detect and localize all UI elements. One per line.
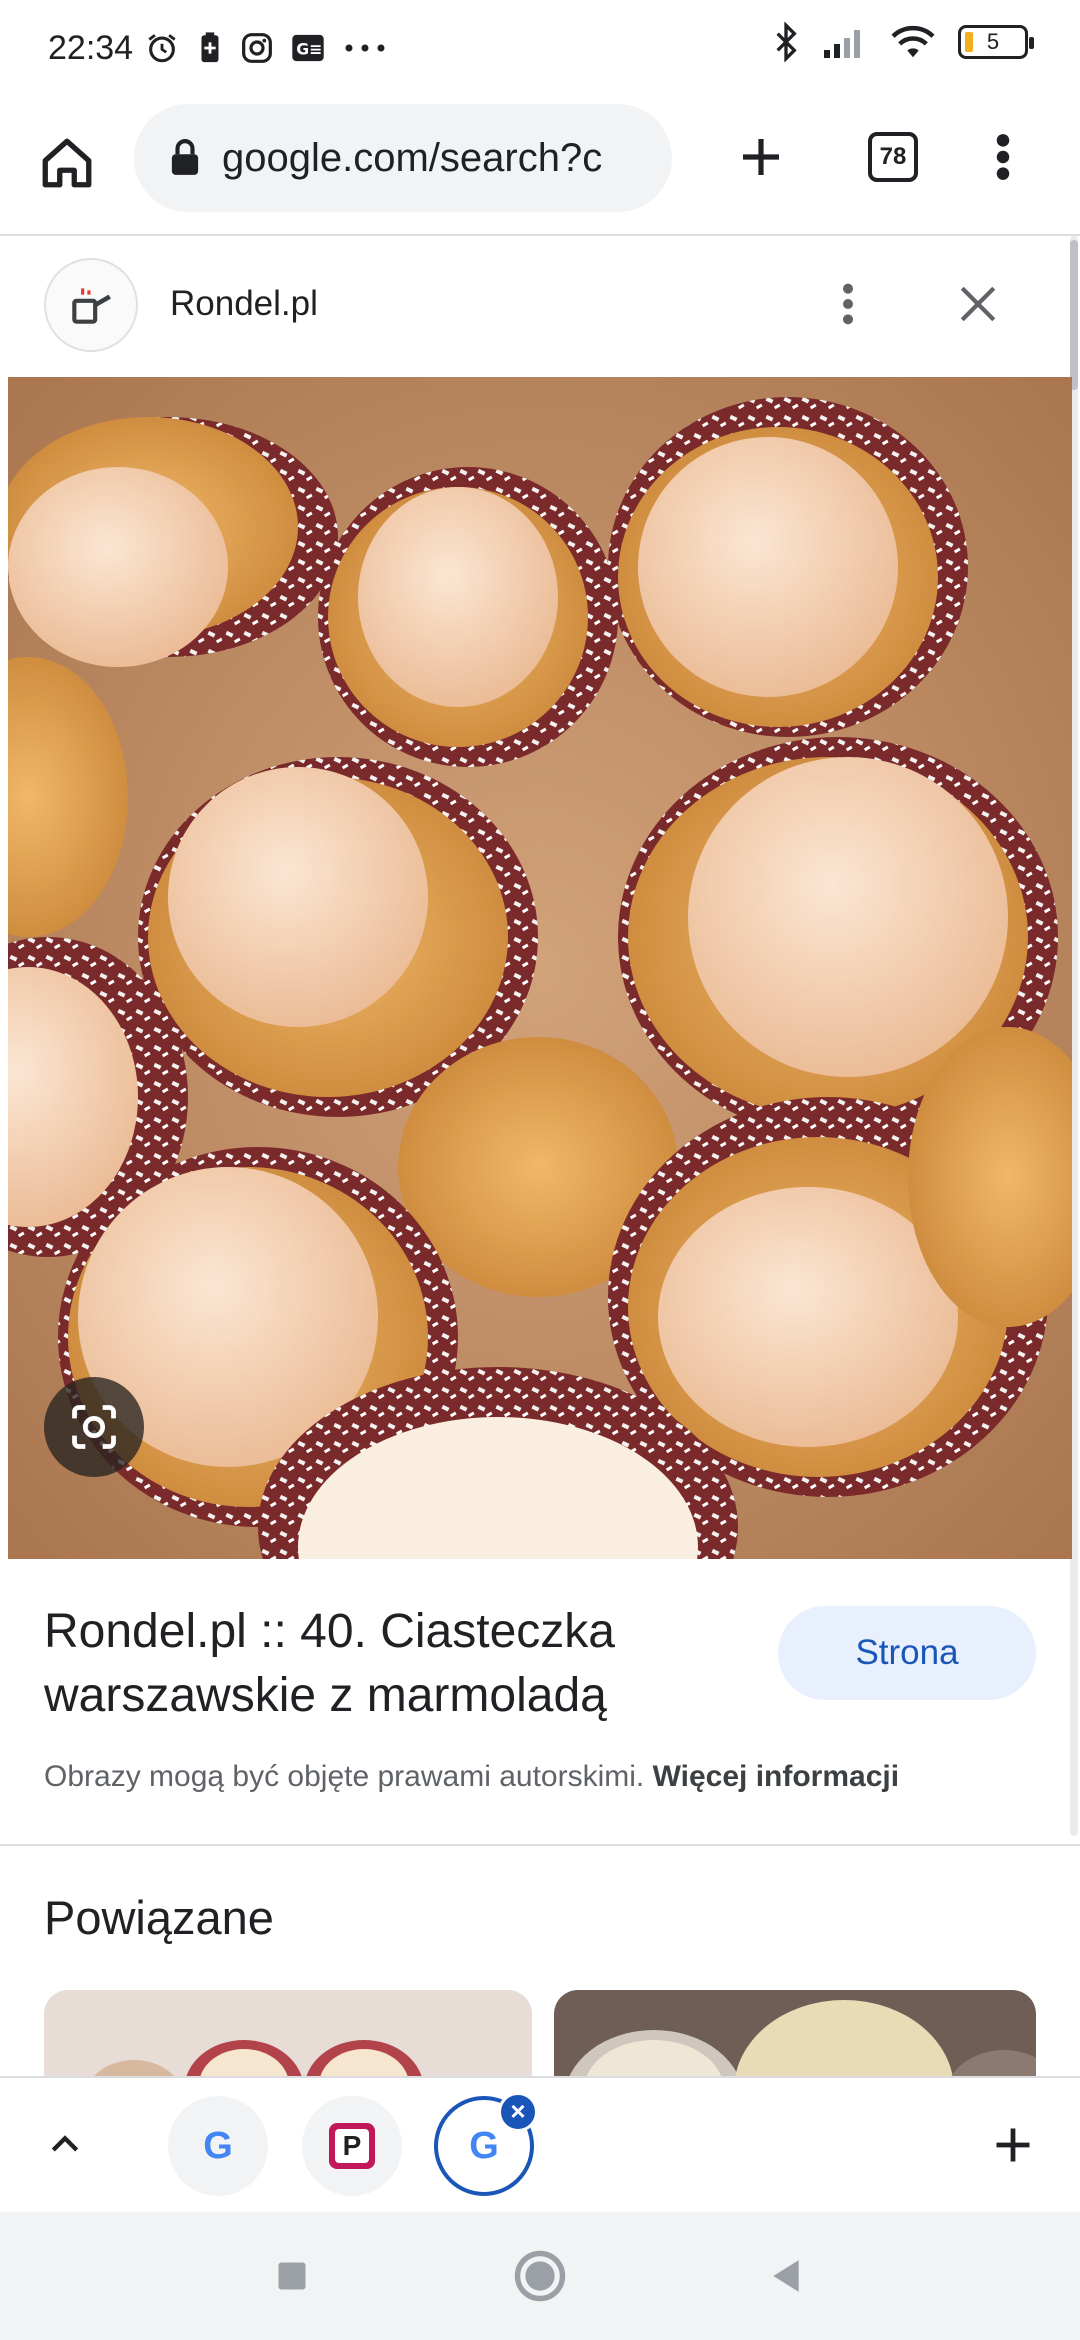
battery-saver-icon <box>201 32 219 63</box>
close-tab-icon[interactable]: × <box>498 2092 538 2132</box>
more-info-link[interactable]: Więcej informacji <box>653 1760 899 1793</box>
battery-fill <box>965 32 973 52</box>
triangle-back-icon <box>773 2260 799 2292</box>
add-tab-button[interactable] <box>976 2108 1050 2182</box>
source-favicon[interactable] <box>44 258 138 352</box>
news-icon: G≡ <box>292 34 324 62</box>
address-bar[interactable]: google.com/search?c <box>134 104 672 212</box>
google-icon: G <box>469 2124 499 2167</box>
svg-text:G≡: G≡ <box>296 40 322 59</box>
menu-button[interactable] <box>966 120 1040 194</box>
p-app-icon: P <box>329 2123 375 2169</box>
recents-button[interactable] <box>262 2246 322 2306</box>
browser-toolbar: google.com/search?c 78 <box>0 96 1080 234</box>
signal-icon <box>824 30 860 58</box>
back-button[interactable] <box>756 2246 816 2306</box>
scrollbar-thumb[interactable] <box>1070 240 1078 390</box>
tab-chip-p[interactable]: P <box>302 2096 402 2196</box>
tab-chip-google[interactable]: G <box>168 2096 268 2196</box>
more-vert-icon <box>996 134 1010 180</box>
battery-level: 5 <box>986 29 1000 54</box>
home-icon <box>42 138 92 188</box>
battery-indicator: 5 <box>958 25 1034 59</box>
url-text: google.com/search?c <box>222 135 603 180</box>
copyright-notice: Obrazy mogą być objęte prawami autorskim… <box>44 1760 899 1794</box>
source-header: Rondel.pl <box>0 236 1080 376</box>
new-tab-button[interactable] <box>724 120 798 194</box>
alarm-icon <box>148 34 176 63</box>
status-left-icons: G≡ <box>145 31 387 65</box>
circle-icon <box>514 2250 566 2302</box>
status-right-icons: 5 <box>772 22 1034 62</box>
visit-page-button[interactable]: Strona <box>778 1606 1036 1700</box>
status-time: 22:34 <box>48 28 134 67</box>
expand-tab-group-button[interactable] <box>28 2108 102 2182</box>
lens-icon <box>72 1405 116 1449</box>
tab-chip-google-active[interactable]: G × <box>434 2092 538 2196</box>
tab-switcher-button[interactable]: 78 <box>856 120 930 194</box>
close-icon <box>960 286 996 322</box>
tab-group-strip: G P G × <box>0 2076 1080 2212</box>
related-heading: Powiązane <box>44 1891 274 1944</box>
section-divider <box>0 1844 1080 1846</box>
result-title[interactable]: Rondel.pl :: 40. Ciasteczka warszawskie … <box>44 1600 744 1728</box>
tab-count: 78 <box>868 132 918 182</box>
source-more-button[interactable] <box>820 268 876 340</box>
copyright-text: Obrazy mogą być objęte prawami autorskim… <box>44 1760 645 1793</box>
cookies-photo <box>8 377 1072 1559</box>
home-nav-button[interactable] <box>510 2246 570 2306</box>
instagram-icon <box>242 33 273 63</box>
more-notifications-icon <box>345 44 385 52</box>
saucepan-icon <box>72 288 111 324</box>
lock-icon <box>171 139 199 175</box>
chevron-up-icon <box>51 2135 79 2152</box>
system-nav-bar <box>0 2212 1080 2340</box>
source-name[interactable]: Rondel.pl <box>170 284 318 324</box>
square-icon <box>278 2262 306 2290</box>
preview-image[interactable] <box>8 377 1072 1559</box>
home-button[interactable] <box>30 126 104 200</box>
lens-search-button[interactable] <box>44 1377 144 1477</box>
wifi-icon <box>891 25 935 58</box>
plus-icon <box>743 139 779 175</box>
google-icon: G <box>203 2124 233 2167</box>
status-bar: 22:34 G≡ 5 <box>0 0 1080 96</box>
more-vert-icon <box>843 283 853 325</box>
plus-icon <box>996 2128 1030 2162</box>
close-button[interactable] <box>950 276 1006 332</box>
bluetooth-icon <box>776 22 797 62</box>
